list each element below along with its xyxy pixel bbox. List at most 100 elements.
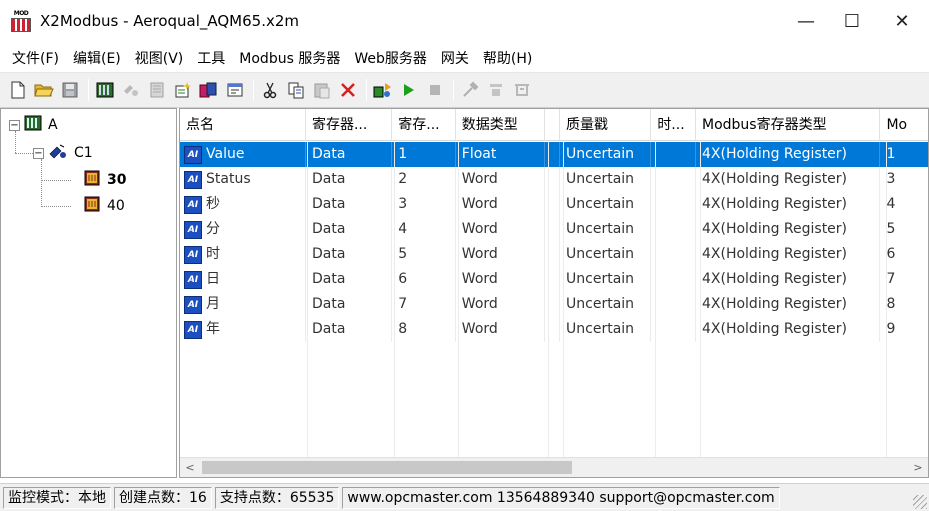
column-header-name[interactable]: 点名 <box>180 109 306 141</box>
table-row[interactable]: AI 年 Data 8 Word Uncertain 4X(Holding Reg… <box>180 317 928 342</box>
table-row[interactable]: AI 日 Data 6 Word Uncertain 4X(Holding Reg… <box>180 267 928 292</box>
menu-help[interactable]: 帮助(H) <box>477 48 538 68</box>
quality: Uncertain <box>560 217 652 242</box>
data-type: Float <box>456 142 546 167</box>
table-header: 点名 寄存器... 寄存... 数据类型 质量戳 时... Modbus寄存器类… <box>180 109 928 141</box>
scroll-right-icon[interactable]: > <box>908 458 928 477</box>
group-icon[interactable] <box>145 78 169 102</box>
open-folder-icon[interactable] <box>32 78 56 102</box>
register-area: Data <box>306 242 393 267</box>
run-icon[interactable] <box>397 78 421 102</box>
tools-icon[interactable] <box>458 78 482 102</box>
analog-tag-icon: AI <box>184 195 202 214</box>
menu-web-server[interactable]: Web服务器 <box>348 48 433 68</box>
tag-name: Status <box>206 171 251 187</box>
new-file-icon[interactable] <box>6 78 30 102</box>
table-row[interactable]: AI 时 Data 5 Word Uncertain 4X(Holding Reg… <box>180 242 928 267</box>
collapse-icon[interactable]: − <box>33 147 44 159</box>
menu-modbus-server[interactable]: Modbus 服务器 <box>233 48 346 68</box>
menu-tools[interactable]: 工具 <box>191 48 231 68</box>
properties-icon[interactable] <box>223 78 247 102</box>
new-item-icon[interactable] <box>171 78 195 102</box>
maximize-button[interactable]: ☐ <box>829 0 875 42</box>
tree-node-group-40[interactable]: 40 <box>83 196 125 216</box>
column-header-time[interactable]: 时... <box>651 109 696 141</box>
scrollbar-thumb[interactable] <box>202 461 572 474</box>
table-row[interactable]: AI Status Data 2 Word Uncertain 4X(Holdin… <box>180 167 928 192</box>
data-type: Word <box>456 167 546 192</box>
tree-node-group-30[interactable]: 30 <box>83 170 126 190</box>
minimize-button[interactable]: — <box>783 0 829 42</box>
resize-grip-icon[interactable] <box>913 495 927 509</box>
group-icon <box>83 169 101 191</box>
tag-name: 分 <box>206 221 220 237</box>
column-header-modbus-address[interactable]: Mo <box>880 109 928 141</box>
register-address: 8 <box>392 317 456 342</box>
menu-file[interactable]: 文件(F) <box>6 48 65 68</box>
title-bar: MOD X2Modbus - Aeroqual_AQM65.x2m — ☐ ✕ <box>0 0 929 42</box>
timestamp <box>651 242 696 267</box>
group-icon <box>83 195 101 217</box>
paste-icon[interactable] <box>310 78 334 102</box>
monitor-icon[interactable] <box>371 78 395 102</box>
save-icon[interactable] <box>58 78 82 102</box>
device-icon <box>48 142 68 164</box>
timestamp <box>651 267 696 292</box>
tree-node-root[interactable]: − A <box>9 115 58 135</box>
tag-name: Value <box>206 146 245 162</box>
quality: Uncertain <box>560 292 652 317</box>
quality: Uncertain <box>560 167 652 192</box>
collapse-icon[interactable]: − <box>9 119 20 131</box>
copy-icon[interactable] <box>284 78 308 102</box>
table-row[interactable]: AI Value Data 1 Float Uncertain 4X(Holdin… <box>180 142 928 167</box>
tool3-icon[interactable] <box>510 78 534 102</box>
menu-gateway[interactable]: 网关 <box>435 48 475 68</box>
timestamp <box>651 192 696 217</box>
quality: Uncertain <box>560 317 652 342</box>
menu-view[interactable]: 视图(V) <box>129 48 190 68</box>
data-type: Word <box>456 317 546 342</box>
modbus-address: 7 <box>880 267 928 292</box>
table-row[interactable]: AI 月 Data 7 Word Uncertain 4X(Holding Reg… <box>180 292 928 317</box>
analog-tag-icon: AI <box>184 145 202 164</box>
modbus-address: 4 <box>880 192 928 217</box>
tree-root-label: A <box>48 117 58 133</box>
quality: Uncertain <box>560 192 652 217</box>
tags-icon[interactable] <box>197 78 221 102</box>
timestamp <box>651 167 696 192</box>
quality: Uncertain <box>560 242 652 267</box>
scroll-left-icon[interactable]: < <box>180 458 200 477</box>
table-row[interactable]: AI 分 Data 4 Word Uncertain 4X(Holding Reg… <box>180 217 928 242</box>
tool2-icon[interactable] <box>484 78 508 102</box>
tag-list: 点名 寄存器... 寄存... 数据类型 质量戳 时... Modbus寄存器类… <box>179 108 929 478</box>
table-row[interactable]: AI 秒 Data 3 Word Uncertain 4X(Holding Reg… <box>180 192 928 217</box>
horizontal-scrollbar[interactable]: < > <box>180 457 928 477</box>
tree-group-label: 30 <box>107 172 127 188</box>
analog-tag-icon: AI <box>184 320 202 339</box>
cut-icon[interactable] <box>258 78 282 102</box>
modbus-register-type: 4X(Holding Register) <box>696 242 881 267</box>
column-header-register-area[interactable]: 寄存器... <box>306 109 393 141</box>
app-icon: MOD <box>10 10 32 32</box>
channel-icon[interactable] <box>93 78 117 102</box>
channel-folder-icon <box>24 115 42 135</box>
stop-icon[interactable] <box>423 78 447 102</box>
toolbar <box>0 72 929 108</box>
modbus-address: 6 <box>880 242 928 267</box>
status-bar: 监控模式：本地 创建点数：16 支持点数：65535 www.opcmaster… <box>0 483 929 511</box>
timestamp <box>651 217 696 242</box>
register-address: 2 <box>392 167 456 192</box>
column-header-quality[interactable]: 质量戳 <box>560 109 652 141</box>
column-header-data-type[interactable]: 数据类型 <box>456 109 546 141</box>
register-address: 3 <box>392 192 456 217</box>
register-address: 5 <box>392 242 456 267</box>
close-button[interactable]: ✕ <box>875 0 929 42</box>
delete-icon[interactable] <box>336 78 360 102</box>
column-header-blank[interactable] <box>545 109 561 141</box>
analog-tag-icon: AI <box>184 220 202 239</box>
column-header-register-address[interactable]: 寄存... <box>392 109 456 141</box>
column-header-modbus-register-type[interactable]: Modbus寄存器类型 <box>696 109 881 141</box>
tree-node-channel[interactable]: − C1 <box>33 143 93 163</box>
menu-edit[interactable]: 编辑(E) <box>67 48 127 68</box>
device-icon[interactable] <box>119 78 143 102</box>
